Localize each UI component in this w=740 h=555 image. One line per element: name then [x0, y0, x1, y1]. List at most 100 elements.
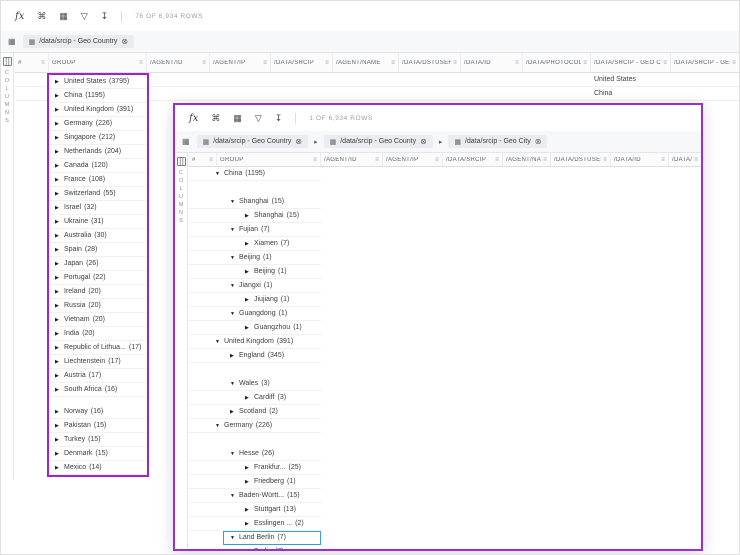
collapse-arrow-icon[interactable]: ▶	[245, 297, 254, 303]
group-row[interactable]: ▶ Vietnam (20)	[49, 313, 147, 327]
group-row[interactable]: ▶ Singapore (212)	[49, 131, 147, 145]
group-row[interactable]: ▶ Portugal (22)	[49, 271, 147, 285]
column-menu-icon[interactable]: ≡	[732, 60, 736, 66]
command-icon[interactable]: ⌘	[211, 113, 220, 123]
collapse-arrow-icon[interactable]: ▶	[230, 353, 239, 359]
column-menu-icon[interactable]: ≡	[495, 157, 499, 163]
tree-row[interactable]: ▼ Fujian (7)	[189, 223, 321, 237]
tree-row[interactable]: ▶ Jiujiang (1)	[189, 293, 321, 307]
column-header[interactable]: /AGENT/NAME≡	[333, 53, 399, 72]
collapse-arrow-icon[interactable]: ▶	[245, 213, 254, 219]
expand-arrow-icon[interactable]: ▼	[230, 381, 239, 387]
collapse-arrow-icon[interactable]: ▶	[55, 191, 64, 197]
group-row[interactable]: ▶ France (108)	[49, 173, 147, 187]
column-header[interactable]: /DATA/SRCIP - GEO COUNTRY≡	[591, 53, 671, 72]
sheet-grid-icon[interactable]: ▦	[8, 37, 16, 46]
sheet-grid-icon[interactable]: ▦	[182, 137, 190, 146]
group-row[interactable]: ▶ Australia (30)	[49, 229, 147, 243]
group-row[interactable]: ▶ Republic of Lithua... (17)	[49, 341, 147, 355]
collapse-arrow-icon[interactable]: ▶	[245, 465, 254, 471]
tree-row[interactable]: ▶ Frankfur... (25)	[189, 461, 321, 475]
collapse-arrow-icon[interactable]: ▶	[55, 275, 64, 281]
tree-row[interactable]: ▼ Jiangxi (1)	[189, 279, 321, 293]
collapse-arrow-icon[interactable]: ▶	[55, 135, 64, 141]
collapse-arrow-icon[interactable]: ▶	[245, 507, 254, 513]
column-menu-icon[interactable]: ≡	[209, 157, 213, 163]
column-menu-icon[interactable]: ≡	[663, 60, 667, 66]
expand-arrow-icon[interactable]: ▼	[230, 311, 239, 317]
collapse-arrow-icon[interactable]: ▶	[55, 359, 64, 365]
collapse-arrow-icon[interactable]: ▶	[245, 241, 254, 247]
column-menu-icon[interactable]: ≡	[583, 60, 587, 66]
expand-arrow-icon[interactable]: ▼	[215, 339, 224, 345]
collapse-arrow-icon[interactable]: ▶	[55, 93, 64, 99]
tree-row[interactable]: ▶ Xiamen (7)	[189, 237, 321, 251]
tree-row[interactable]: ▼ Guangdong (1)	[189, 307, 321, 321]
collapse-arrow-icon[interactable]: ▶	[55, 409, 64, 415]
column-header[interactable]: GROUP ≡	[49, 53, 147, 72]
tab-close-icon[interactable]: ⊗	[295, 137, 302, 146]
column-header[interactable]: /AGENT/IP ≡	[210, 53, 271, 72]
column-header[interactable]: /AGENT/IP ≡	[383, 153, 443, 166]
tree-row[interactable]: ▼ Shanghai (15)	[189, 195, 321, 209]
group-row[interactable]: ▶ Ukraine (31)	[49, 215, 147, 229]
collapse-arrow-icon[interactable]: ▶	[55, 205, 64, 211]
collapse-arrow-icon[interactable]: ▶	[55, 79, 64, 85]
column-menu-icon[interactable]: ≡	[391, 60, 395, 66]
column-header[interactable]: # ≡	[15, 53, 49, 72]
tree-row[interactable]: ▶ Guangzhou (1)	[189, 321, 321, 335]
collapse-arrow-icon[interactable]: ▶	[55, 303, 64, 309]
column-menu-icon[interactable]: ≡	[453, 60, 457, 66]
column-header[interactable]: /DATA/ID ≡	[611, 153, 669, 166]
expand-arrow-icon[interactable]: ▼	[230, 199, 239, 205]
collapse-arrow-icon[interactable]: ▶	[55, 373, 64, 379]
group-row[interactable]: ▶ Pakistan (15)	[49, 419, 147, 433]
tab-close-icon[interactable]: ⊗	[121, 37, 128, 46]
tree-row[interactable]: ▼ Wales (3)	[189, 377, 321, 391]
group-row[interactable]: ▶ United Kingdom (391)	[49, 103, 147, 117]
group-row[interactable]: ▶ China (1195)	[49, 89, 147, 103]
tree-row[interactable]: ▶ Beijing (1)	[189, 265, 321, 279]
column-header[interactable]: /DATA/PROTOCOL≡	[523, 53, 591, 72]
formula-icon[interactable]: fx	[189, 113, 198, 124]
tab-1[interactable]: ▦/data/srcip - Geo Country ⊗	[196, 135, 309, 148]
column-menu-icon[interactable]: ≡	[263, 60, 267, 66]
column-menu-icon[interactable]: ≡	[325, 60, 329, 66]
column-header[interactable]: /AGENT/ID ≡	[147, 53, 210, 72]
column-header[interactable]: /DATA/SRCIP - GEO ...≡	[671, 53, 739, 72]
expand-arrow-icon[interactable]: ▼	[230, 255, 239, 261]
filter-icon[interactable]: ▽	[255, 113, 262, 123]
tree-row[interactable]: ▶ Shanghai (15)	[189, 209, 321, 223]
group-row[interactable]: ▶ United States (3795)	[49, 75, 147, 89]
column-header[interactable]: /AGENT/NAME≡	[503, 153, 551, 166]
tree-row[interactable]: ▶Berlin(7)	[189, 545, 321, 549]
column-menu-icon[interactable]: ≡	[515, 60, 519, 66]
tree-row[interactable]: ▼ Baden-Württ... (15)	[189, 489, 321, 503]
tree-row[interactable]: ▼ United Kingdom (391)	[189, 335, 321, 349]
column-menu-icon[interactable]: ≡	[694, 157, 698, 163]
collapse-arrow-icon[interactable]: ▶	[55, 451, 64, 457]
group-row[interactable]: ▶ Mexico (14)	[49, 461, 147, 475]
collapse-arrow-icon[interactable]: ▶	[55, 121, 64, 127]
group-row[interactable]: ▶ Russia (20)	[49, 299, 147, 313]
column-menu-icon[interactable]: ≡	[661, 157, 665, 163]
column-header[interactable]: /DATA/DSTUSER ≡	[551, 153, 611, 166]
collapse-arrow-icon[interactable]: ▶	[55, 107, 64, 113]
tree-row[interactable]: ▼ Germany (226)	[189, 419, 321, 433]
columns-icon[interactable]	[176, 157, 186, 166]
group-row[interactable]: ▶ South Africa (16)	[49, 383, 147, 397]
collapse-arrow-icon[interactable]: ▶	[55, 345, 64, 351]
group-row[interactable]: ▶ Spain (28)	[49, 243, 147, 257]
group-row[interactable]: ▶ Ireland (20)	[49, 285, 147, 299]
collapse-arrow-icon[interactable]: ▶	[55, 247, 64, 253]
collapse-arrow-icon[interactable]: ▶	[55, 331, 64, 337]
group-row[interactable]: ▶ Netherlands (204)	[49, 145, 147, 159]
column-menu-icon[interactable]: ≡	[375, 157, 379, 163]
tree-row[interactable]: ▼ China (1195)	[189, 167, 321, 181]
group-row[interactable]: ▶ Austria (17)	[49, 369, 147, 383]
group-row[interactable]: ▶ India (20)	[49, 327, 147, 341]
tree-row[interactable]: ▶ Esslingen ... (2)	[189, 517, 321, 531]
tree-row[interactable]: ▼ Beijing (1)	[189, 251, 321, 265]
group-row[interactable]: ▶ Turkey (15)	[49, 433, 147, 447]
expand-arrow-icon[interactable]: ▼	[230, 535, 239, 541]
